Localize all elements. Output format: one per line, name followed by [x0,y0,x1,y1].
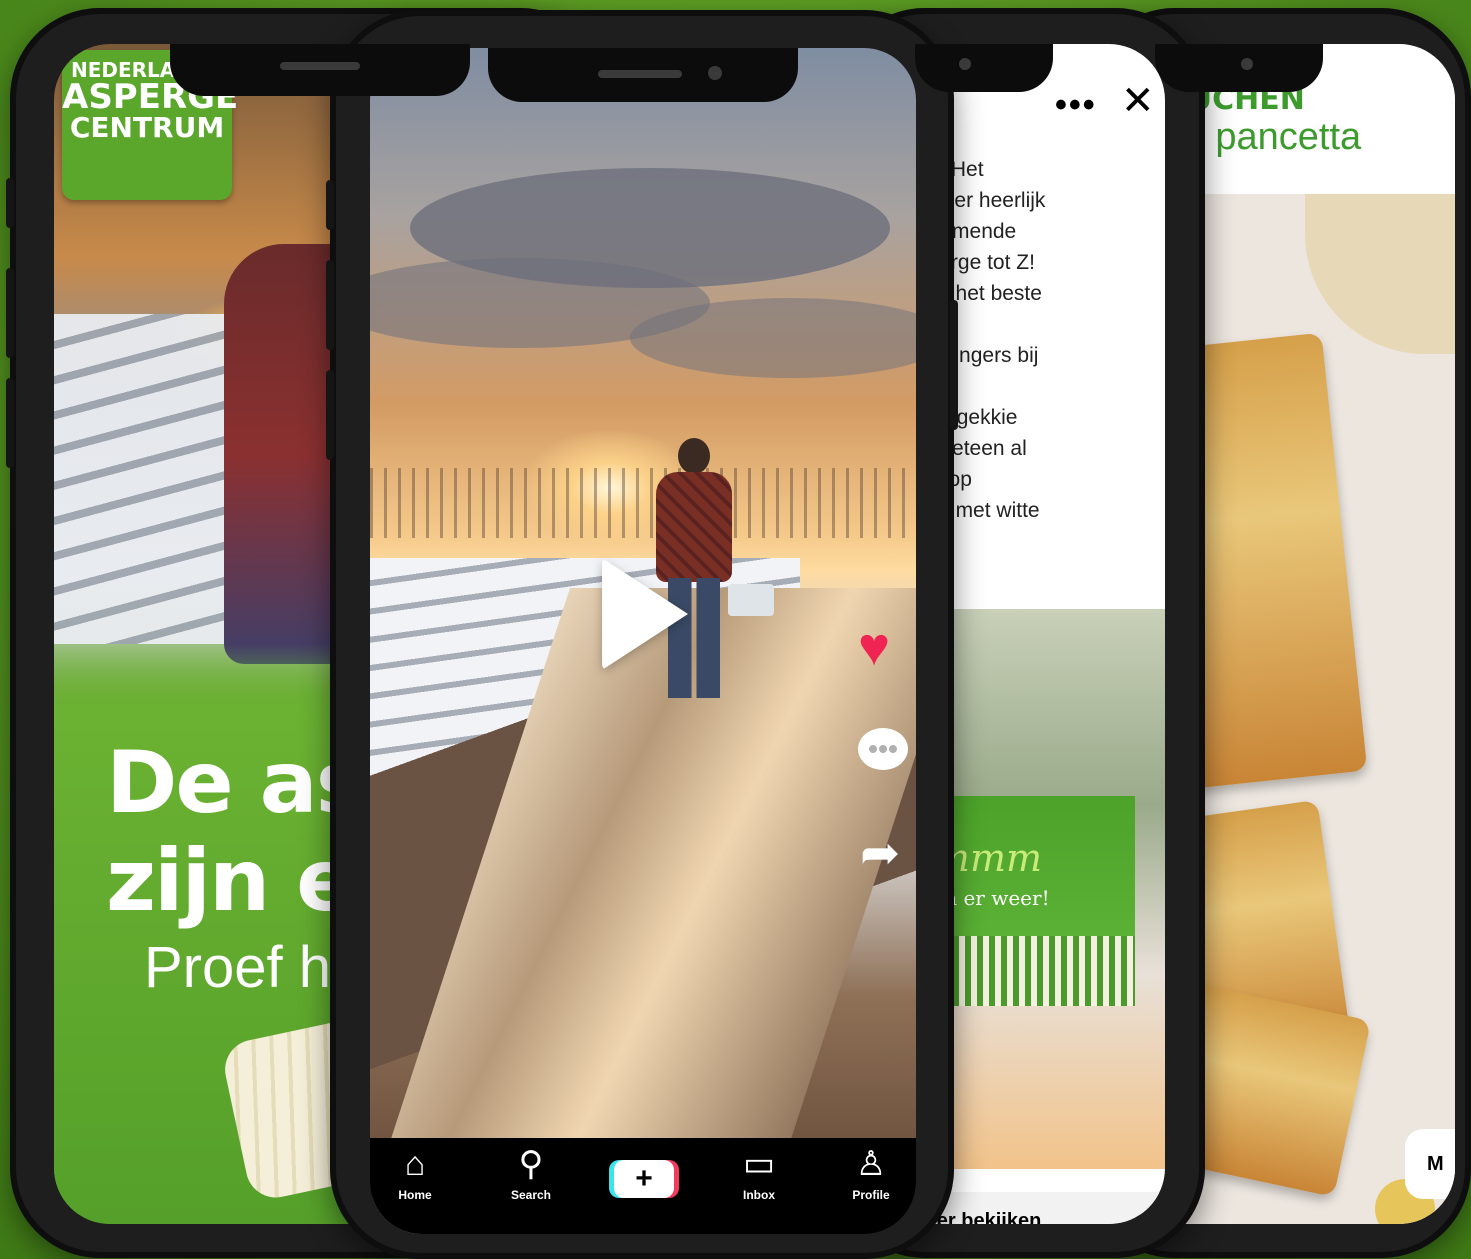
headline: De as zijn e [106,733,367,931]
bottom-nav: ⌂ Home ⚲ Search + ▭ Inbox ♙ Profile [370,1138,916,1234]
logo-line-3: CENTRUM [69,111,225,144]
phone-2-notch [488,48,798,102]
headline-line-1: De as [106,733,367,833]
nav-inbox[interactable]: ▭ Inbox [714,1144,804,1202]
subheadline: Proef h [144,935,331,1000]
inbox-icon: ▭ [742,1145,776,1183]
profile-icon: ♙ [855,1145,887,1183]
share-icon[interactable]: ➦ [860,830,900,878]
comment-icon[interactable] [858,728,908,770]
nav-home[interactable]: ⌂ Home [370,1144,460,1202]
search-icon: ⚲ [518,1145,544,1183]
bucket [728,584,774,616]
phone-1-notch [170,44,470,96]
home-icon: ⌂ [404,1145,426,1183]
nav-profile[interactable]: ♙ Profile [826,1144,916,1202]
tree-line [370,468,916,538]
phone-2: ♥ ➦ ⌂ Home ⚲ Search + ▭ Inbox ♙ Profile [326,10,958,1259]
like-heart-icon[interactable]: ♥ [858,620,890,674]
more-options-icon[interactable]: ••• [1055,86,1097,125]
video-player[interactable]: ♥ ➦ ⌂ Home ⚲ Search + ▭ Inbox ♙ Profile [370,48,916,1234]
more-button[interactable]: M [1405,1129,1455,1199]
create-button[interactable]: + [614,1160,674,1198]
play-icon[interactable] [602,558,688,670]
headline-line-2: zijn e [106,831,355,931]
phone-3-notch [915,44,1053,92]
phone-4-notch [1155,44,1323,92]
nav-search[interactable]: ⚲ Search [486,1144,576,1202]
close-icon[interactable]: ✕ [1121,78,1155,124]
